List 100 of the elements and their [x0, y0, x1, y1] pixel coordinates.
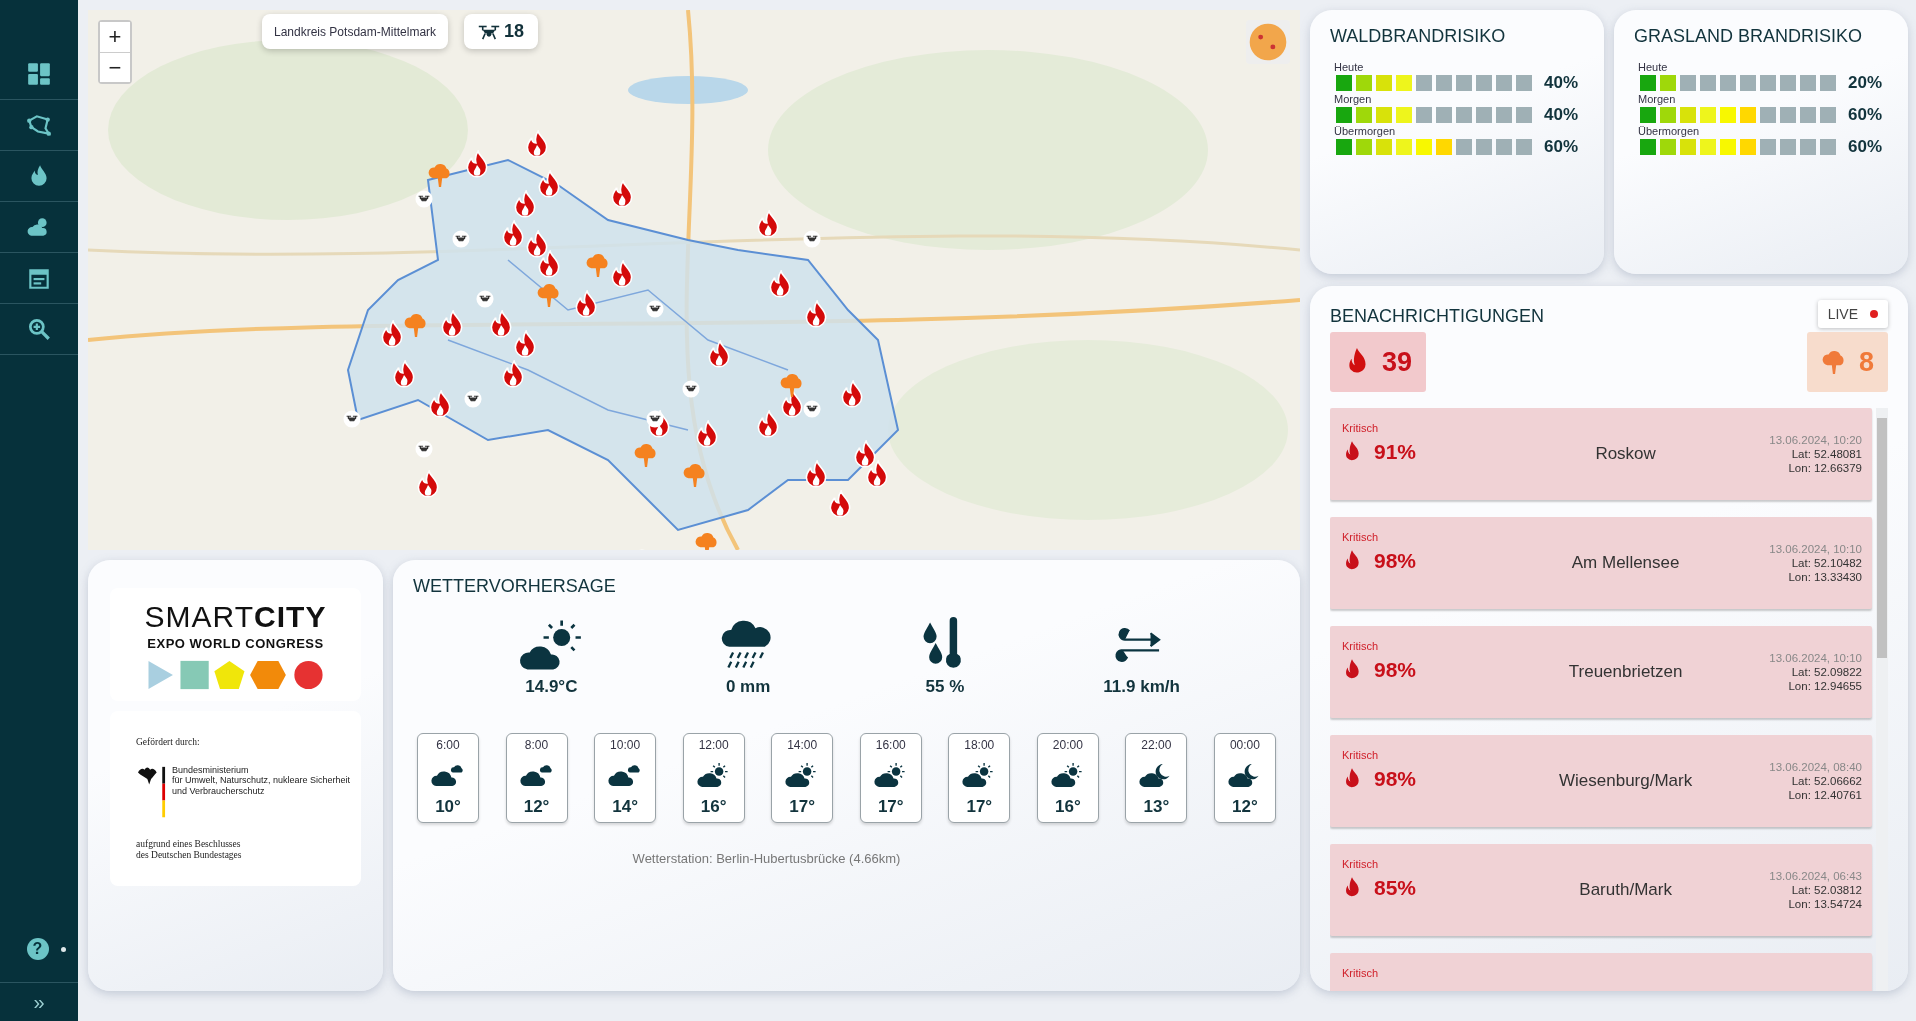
metric-value: 55 %	[925, 677, 965, 697]
alert-place: Baruth/Mark	[1578, 880, 1673, 900]
alert-latitude: Lat: 52.03812	[1791, 884, 1862, 896]
partly-sunny-icon	[519, 617, 584, 673]
hour-time: 00:00	[1229, 738, 1260, 752]
alert-longitude: Lon: 12.40761	[1788, 789, 1862, 801]
scrollbar[interactable]	[1876, 408, 1888, 991]
risk-title: GRASLAND BRANDRISIKO	[1634, 26, 1864, 47]
metric-value: 14.9°C	[525, 677, 578, 697]
day-label: Heute	[1638, 61, 1669, 73]
notifications-title: BENACHRICHTIGUNGEN	[1330, 306, 1544, 327]
hour-temperature: 16°	[700, 797, 727, 817]
alert-risk-value: 85%	[1374, 876, 1417, 900]
metric-value: 0 mm	[725, 677, 771, 697]
risk-percent: 60%	[1544, 137, 1579, 157]
funding-label: Gefördert durch:	[136, 737, 201, 747]
drone-marker-icon[interactable]	[681, 379, 700, 398]
alert-card[interactable]: Kritisch 98% Treuenbrietzen 13.06.2024, 10:10 Lat: 52.09822 Lon: 12.94655	[1330, 626, 1872, 718]
drone-marker-icon[interactable]	[415, 439, 434, 458]
hour-temperature: 16°	[1054, 797, 1081, 817]
partly-sunny-icon	[696, 761, 731, 788]
polygon-icon	[26, 112, 52, 138]
hour-time: 10:00	[610, 738, 641, 752]
search-icon	[26, 316, 52, 342]
drone-icon	[478, 23, 501, 40]
alert-latitude: Lat: 52.09822	[1791, 666, 1862, 678]
fire-count-badge[interactable]: 39	[1330, 332, 1426, 392]
expand-button[interactable]: »	[0, 983, 78, 1021]
alert-place: Treuenbrietzen	[1567, 662, 1684, 682]
alert-latitude: Lat: 52.10482	[1791, 557, 1862, 569]
alert-card[interactable]: Kritisch	[1330, 953, 1872, 991]
hour-temperature: 10°	[435, 797, 461, 817]
hour-time: 14:00	[787, 738, 818, 752]
hour-temperature: 17°	[966, 797, 993, 817]
hour-time: 6:00	[436, 738, 460, 752]
risk-percent: 40%	[1544, 105, 1579, 125]
alert-status: Kritisch	[1342, 640, 1380, 652]
alert-risk-value: 98%	[1374, 767, 1417, 791]
hour-time: 8:00	[524, 738, 549, 752]
alert-longitude: Lon: 13.33430	[1788, 571, 1862, 583]
day-label: Übermorgen	[1638, 125, 1701, 137]
alert-time: 13.06.2024, 06:43	[1769, 870, 1862, 882]
station-text: Wetterstation: Berlin-Hubertusbrücke (4.66km)	[631, 851, 902, 866]
risk-percent: 60%	[1848, 105, 1883, 125]
decision-text: aufgrund eines Beschlusses des Deutschen Bundestages	[136, 839, 243, 862]
alert-risk-value: 98%	[1374, 549, 1417, 573]
alert-risk-value: 91%	[1374, 440, 1417, 464]
help-button[interactable]: ?	[26, 938, 49, 960]
alert-card[interactable]: Kritisch 98% Wiesenburg/Mark 13.06.2024, 08:40 Lat: 52.06662 Lon: 12.40761	[1330, 735, 1872, 827]
flame-marker-icon[interactable]	[694, 419, 720, 450]
drone-marker-icon[interactable]	[415, 189, 434, 208]
partly-sunny-icon	[873, 761, 908, 788]
drone-count[interactable]: 18	[464, 14, 539, 49]
drone-marker-icon[interactable]	[342, 409, 361, 428]
drone-marker-icon[interactable]	[451, 229, 470, 248]
alert-place: Roskow	[1594, 444, 1657, 464]
alert-card[interactable]: Kritisch 98% Am Mellensee 13.06.2024, 10:10 Lat: 52.10482 Lon: 13.33430	[1330, 517, 1872, 609]
ministry-name: Bundesministerium für Umwelt, Naturschutz, nukleare Sicherheit und Verbraucherschutz	[172, 765, 351, 797]
hour-temperature: 12°	[523, 797, 550, 817]
day-label: Morgen	[1334, 93, 1373, 105]
alert-latitude: Lat: 52.48081	[1791, 448, 1862, 460]
alert-card[interactable]: Kritisch 85% Baruth/Mark 13.06.2024, 06:43 Lat: 52.03812 Lon: 13.54724	[1330, 844, 1872, 936]
drone-marker-icon[interactable]	[645, 409, 664, 428]
drone-marker-icon[interactable]	[463, 389, 482, 408]
layer-thumbnail-icon[interactable]	[1246, 20, 1290, 64]
alert-status: Kritisch	[1342, 749, 1380, 761]
day-label: Übermorgen	[1334, 125, 1397, 137]
drone-marker-icon[interactable]	[803, 399, 822, 418]
fire-count: 39	[1381, 346, 1412, 378]
logo-subtitle: EXPO WORLD CONGRESS	[147, 636, 324, 651]
hour-temperature: 14°	[612, 797, 638, 817]
alert-card[interactable]: Kritisch 91% Roskow 13.06.2024, 10:20 Lat: 52.48081 Lon: 12.66379	[1330, 408, 1872, 500]
drone-marker-icon[interactable]	[475, 289, 494, 308]
drone-count-text: 18	[504, 21, 525, 42]
region-label: Landkreis Potsdam-Mittelmark	[262, 14, 449, 49]
alert-place: Wiesenburg/Mark	[1558, 771, 1694, 791]
smartcity-logo: SMARTCITY	[144, 602, 327, 632]
risk-title: WALDBRANDRISIKO	[1330, 26, 1507, 47]
alert-time: 13.06.2024, 08:40	[1769, 761, 1862, 773]
hour-temperature: 13°	[1143, 797, 1170, 817]
metric-value: 11.9 km/h	[1103, 677, 1180, 697]
risk-percent: 20%	[1848, 73, 1883, 93]
hour-temperature: 17°	[789, 797, 816, 817]
alert-risk-value: 98%	[1374, 658, 1417, 682]
zoom-out-button[interactable]: −	[100, 52, 130, 82]
day-label: Morgen	[1638, 93, 1677, 105]
alert-longitude: Lon: 12.66379	[1788, 462, 1862, 474]
live-indicator-icon	[1870, 310, 1878, 318]
hour-temperature: 17°	[877, 797, 904, 817]
alert-latitude: Lat: 52.06662	[1791, 775, 1862, 787]
hour-time: 16:00	[875, 738, 906, 752]
live-button[interactable]: LIVE	[1817, 300, 1888, 328]
drone-marker-icon[interactable]	[645, 299, 664, 318]
risk-percent: 40%	[1544, 73, 1579, 93]
drone-marker-icon[interactable]	[803, 229, 822, 248]
risk-percent: 60%	[1848, 137, 1883, 157]
flame-marker-icon[interactable]	[391, 359, 417, 390]
alert-time: 13.06.2024, 10:20	[1769, 434, 1862, 446]
alert-status: Kritisch	[1342, 422, 1380, 434]
partly-sunny-icon	[1050, 761, 1085, 788]
